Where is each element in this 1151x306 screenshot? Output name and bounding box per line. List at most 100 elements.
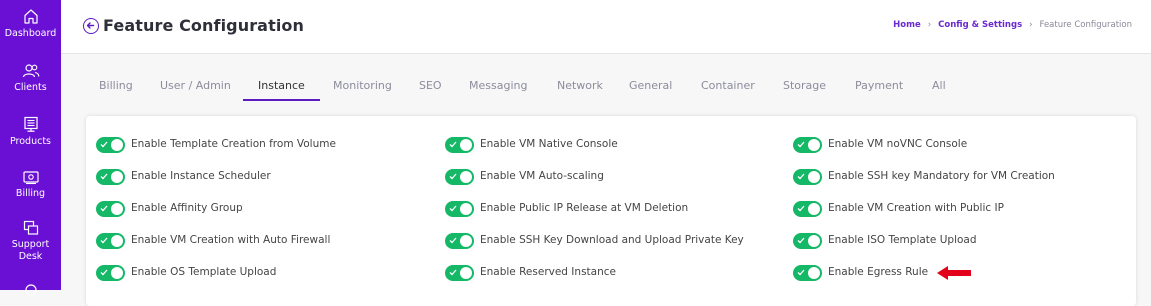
sidebar-item-label: Dashboard	[4, 28, 57, 39]
page-title: Feature Configuration	[103, 16, 304, 35]
toggle-switch[interactable]	[445, 201, 474, 217]
toggle-knob	[111, 139, 123, 151]
tab-all[interactable]: All	[932, 79, 946, 102]
toggle-switch[interactable]	[96, 137, 125, 153]
tab-label: Instance	[258, 79, 305, 92]
toggle-knob	[808, 139, 820, 151]
option-label: Enable Instance Scheduler	[131, 170, 271, 182]
tab-storage[interactable]: Storage	[783, 79, 826, 102]
tab-billing[interactable]: Billing	[99, 79, 133, 102]
toggle-switch[interactable]	[445, 233, 474, 249]
toggle-switch[interactable]	[793, 169, 822, 185]
check-icon	[100, 237, 108, 244]
toggle-switch[interactable]	[793, 233, 822, 249]
sidebar-item-support-desk[interactable]: Support Desk	[0, 220, 61, 263]
sidebar-item-products[interactable]: Products	[0, 116, 61, 148]
option-label: Enable VM Creation with Public IP	[828, 202, 1004, 214]
feature-options-card: Enable Template Creation from Volume Ena…	[86, 116, 1136, 306]
check-icon	[797, 173, 805, 180]
check-icon	[100, 269, 108, 276]
toggle-switch[interactable]	[793, 137, 822, 153]
option-label: Enable VM Native Console	[480, 138, 618, 150]
option-label: Enable Public IP Release at VM Deletion	[480, 202, 689, 214]
option-label: Enable VM Creation with Auto Firewall	[131, 234, 331, 246]
tab-container[interactable]: Container	[701, 79, 755, 102]
check-icon	[449, 173, 457, 180]
toggle-switch[interactable]	[793, 201, 822, 217]
arrow-left-icon	[86, 22, 95, 29]
check-icon	[797, 269, 805, 276]
toggle-switch[interactable]	[96, 265, 125, 281]
toggle-knob	[808, 267, 820, 279]
tab-monitoring[interactable]: Monitoring	[333, 79, 392, 102]
toggle-switch[interactable]	[445, 137, 474, 153]
toggle-switch[interactable]	[96, 201, 125, 217]
option-label: Enable Affinity Group	[131, 202, 243, 214]
toggle-knob	[460, 171, 472, 183]
sidebar-item-label: Support	[11, 239, 50, 250]
breadcrumb-current: Feature Configuration	[1039, 20, 1132, 30]
chevron-right-icon: ›	[1029, 20, 1033, 30]
toggle-switch[interactable]	[96, 233, 125, 249]
check-icon	[100, 173, 108, 180]
breadcrumb-config-settings[interactable]: Config & Settings	[938, 20, 1022, 30]
check-icon	[797, 141, 805, 148]
toggle-knob	[111, 267, 123, 279]
option-label: Enable SSH key Mandatory for VM Creation	[828, 170, 1055, 182]
option-label: Enable SSH Key Download and Upload Priva…	[480, 234, 744, 246]
check-icon	[797, 237, 805, 244]
check-icon	[449, 141, 457, 148]
annotation-arrow-icon	[937, 266, 971, 280]
sidebar-item-dashboard[interactable]: Dashboard	[0, 8, 61, 40]
toggle-knob	[111, 203, 123, 215]
option-label: Enable OS Template Upload	[131, 266, 277, 278]
toggle-knob	[111, 171, 123, 183]
tab-instance[interactable]: Instance	[243, 79, 320, 102]
active-tab-indicator	[243, 99, 320, 101]
sidebar-item-label: Desk	[18, 251, 43, 262]
tab-seo[interactable]: SEO	[419, 79, 442, 102]
toggle-knob	[460, 235, 472, 247]
tab-general[interactable]: General	[629, 79, 672, 102]
sidebar-item-label: Products	[9, 136, 52, 147]
tab-payment[interactable]: Payment	[855, 79, 903, 102]
toggle-knob	[460, 203, 472, 215]
check-icon	[100, 141, 108, 148]
home-icon	[23, 9, 38, 24]
users-icon	[22, 64, 39, 78]
wallet-icon	[22, 171, 39, 185]
sidebar-item-label: Clients	[14, 82, 47, 93]
option-label: Enable VM noVNC Console	[828, 138, 968, 150]
tab-user-admin[interactable]: User / Admin	[160, 79, 231, 102]
toggle-switch[interactable]	[445, 169, 474, 185]
chevron-right-icon: ›	[927, 20, 932, 30]
check-icon	[449, 237, 457, 244]
sidebar: Dashboard Clients Products Billing Suppo…	[0, 0, 61, 296]
sidebar-item-billing[interactable]: Billing	[0, 169, 61, 200]
copy-icon	[23, 220, 38, 235]
page-header: Feature Configuration Home › Config & Sett…	[61, 0, 1151, 54]
tab-network[interactable]: Network	[557, 79, 603, 102]
option-label: Enable ISO Template Upload	[828, 234, 977, 246]
toggle-switch[interactable]	[445, 265, 474, 281]
toggle-knob	[111, 235, 123, 247]
check-icon	[797, 205, 805, 212]
toggle-switch[interactable]	[96, 169, 125, 185]
back-button[interactable]	[83, 18, 99, 34]
toggle-switch[interactable]	[793, 265, 822, 281]
check-icon	[100, 205, 108, 212]
option-label: Enable Reserved Instance	[480, 266, 616, 278]
sidebar-item-clients[interactable]: Clients	[0, 63, 61, 94]
check-icon	[449, 269, 457, 276]
option-label: Enable Egress Rule	[828, 266, 929, 278]
toggle-knob	[460, 139, 472, 151]
sidebar-item-label: Billing	[15, 188, 46, 199]
check-icon	[449, 205, 457, 212]
breadcrumb-home[interactable]: Home	[893, 20, 921, 30]
gear-icon	[24, 284, 37, 296]
tab-messaging[interactable]: Messaging	[469, 79, 527, 102]
toggle-knob	[808, 203, 820, 215]
sidebar-item-more[interactable]	[0, 282, 61, 301]
server-icon	[23, 116, 38, 132]
option-label: Enable VM Auto-scaling	[480, 170, 604, 182]
